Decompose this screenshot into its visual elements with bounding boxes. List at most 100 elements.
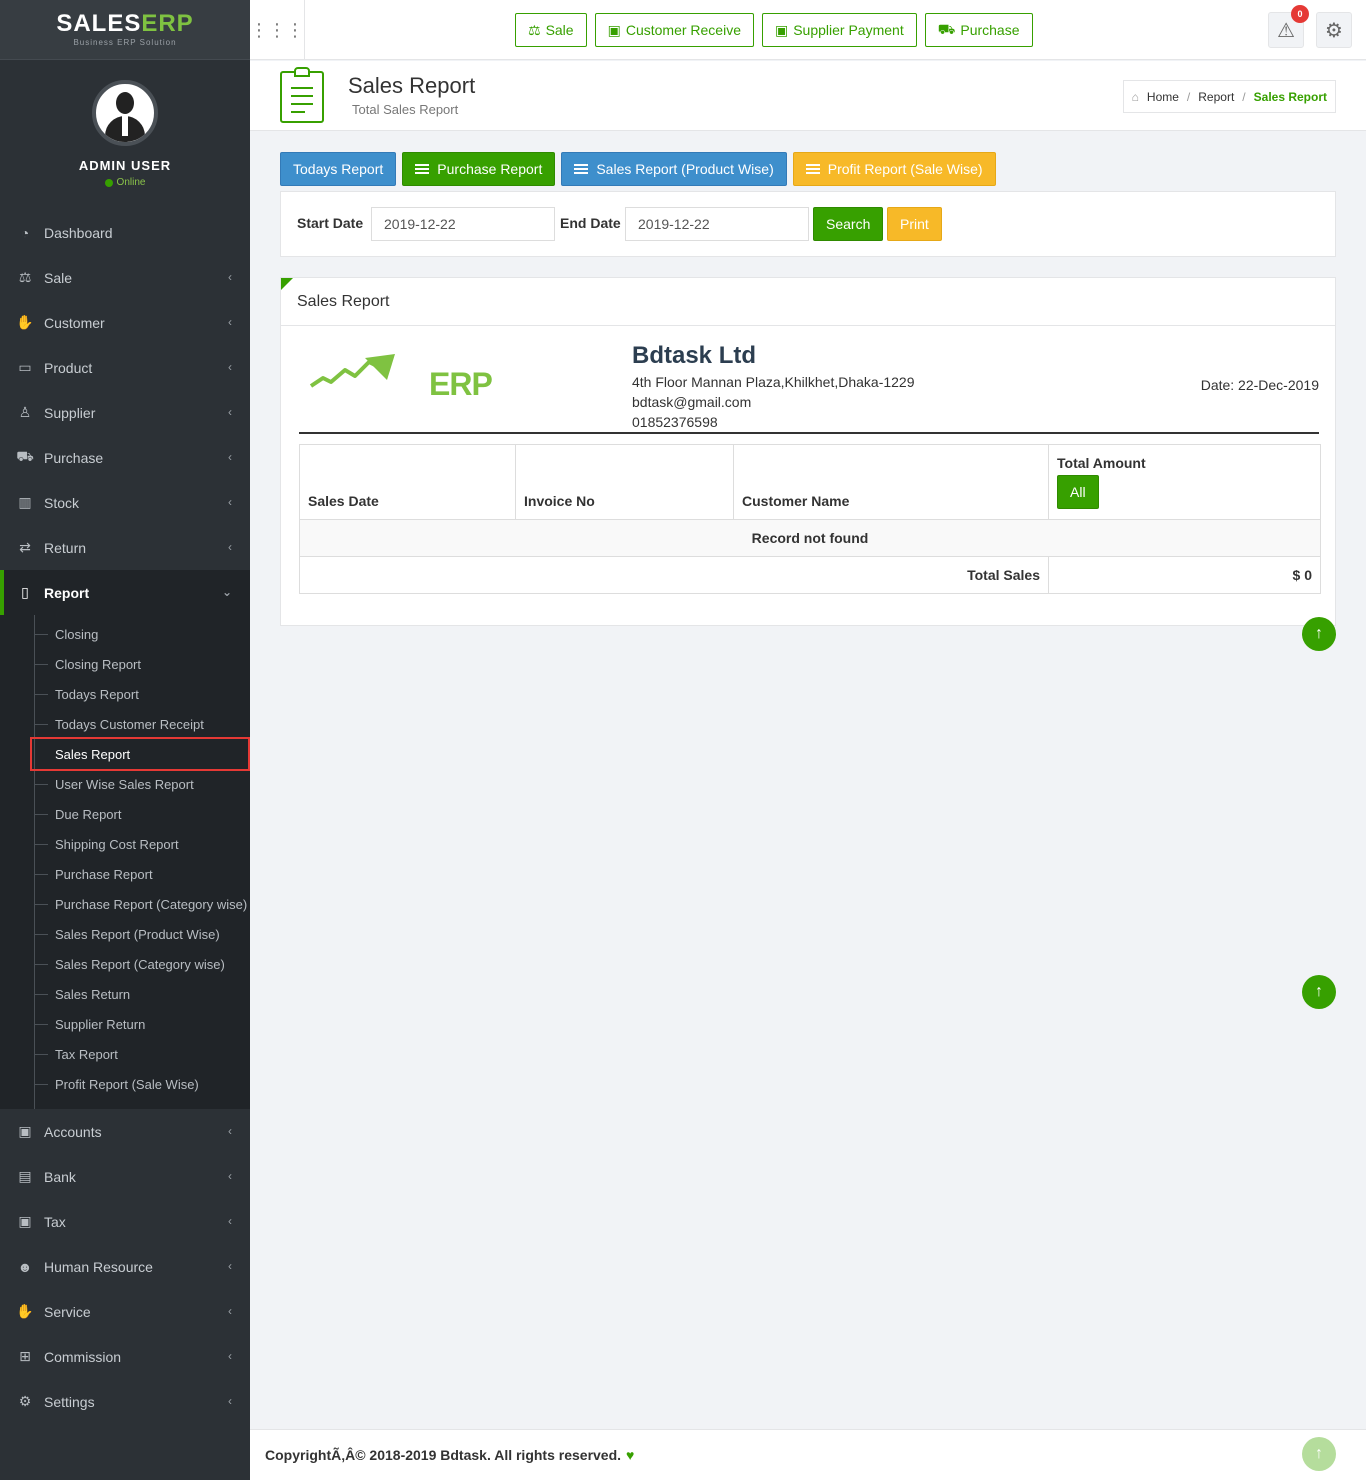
sidebar-item-tax[interactable]: ▣ Tax ‹ [0, 1199, 250, 1244]
sidebar-item-label: Tax [44, 1213, 66, 1230]
sidebar-item-customer[interactable]: ✋ Customer ‹ [0, 300, 250, 345]
breadcrumb-home[interactable]: Home [1147, 90, 1179, 104]
company-email: bdtask@gmail.com [632, 394, 752, 410]
purchase-button[interactable]: ⛟ Purchase [924, 13, 1033, 47]
chevron-left-icon: ‹ [228, 1394, 232, 1408]
total-label: Total Sales [299, 556, 1049, 594]
breadcrumb: ⌂ Home / Report / Sales Report [1122, 80, 1336, 113]
start-date-input[interactable]: 2019-12-22 [371, 207, 555, 241]
submenu-item-sales-report[interactable]: Sales Report [30, 737, 250, 771]
money-icon: ▣ [607, 21, 621, 38]
submenu-item-purchase-report[interactable]: Purchase Report [0, 859, 250, 889]
submenu-item-shipping-cost-report[interactable]: Shipping Cost Report [0, 829, 250, 859]
submenu-item-sales-report-category-wise[interactable]: Sales Report (Category wise) [0, 949, 250, 979]
sales-report-product-wise-button[interactable]: Sales Report (Product Wise) [561, 152, 787, 186]
submenu-item-todays-report[interactable]: Todays Report [0, 679, 250, 709]
page-title: Sales Report [348, 73, 476, 98]
list-icon [805, 164, 820, 174]
home-icon: ⌂ [1131, 89, 1139, 104]
user-icon: ♙ [18, 404, 32, 420]
company-name: Bdtask Ltd [632, 342, 757, 369]
submenu-item-purchase-report-category-wise[interactable]: Purchase Report (Category wise) [0, 889, 250, 919]
sidebar-item-stock[interactable]: ▥ Stock ‹ [0, 480, 250, 525]
submenu-item-sales-report-product-wise[interactable]: Sales Report (Product Wise) [0, 919, 250, 949]
scroll-top-button[interactable]: ↑ [1302, 975, 1336, 1009]
total-row: Total Sales $ 0 [299, 556, 1321, 594]
submenu-item-closing[interactable]: Closing [0, 619, 250, 649]
sidebar-item-human-resource[interactable]: ☻ Human Resource ‹ [0, 1244, 250, 1289]
supplier-payment-button[interactable]: ▣ Supplier Payment [761, 13, 917, 47]
sidebar-item-purchase[interactable]: ⛟ Purchase ‹ [0, 435, 250, 480]
cart-icon: ⛟ [937, 20, 956, 37]
notification-button[interactable]: ⚠ 0 [1268, 5, 1309, 48]
quick-actions: ⚖ Sale ▣ Customer Receive ▣ Supplier Payment ⛟… [515, 13, 1033, 47]
sidebar-item-commission[interactable]: ⊞ Commission ‹ [0, 1334, 250, 1379]
sidebar-item-accounts[interactable]: ▣ Accounts ‹ [0, 1109, 250, 1154]
submenu-item-user-wise-sales-report[interactable]: User Wise Sales Report [0, 769, 250, 799]
report-submenu: Closing Closing Report Todays Report Todays… [0, 615, 250, 1109]
submenu-item-todays-customer-receipt[interactable]: Todays Customer Receipt [0, 709, 250, 739]
end-date-label: End Date [560, 215, 621, 231]
submenu-item-profit-report-sale-wise[interactable]: Profit Report (Sale Wise) [0, 1069, 250, 1099]
brand-logo[interactable]: SALESERP Business ERP Solution [0, 0, 250, 60]
list-icon [415, 164, 430, 174]
online-dot-icon [104, 178, 113, 187]
chevron-left-icon: ‹ [228, 1304, 232, 1318]
sidebar-item-return[interactable]: ⇄ Return ‹ [0, 525, 250, 570]
settings-button[interactable]: ⚙ [1316, 12, 1352, 48]
apps-grid-icon[interactable]: ⋮⋮⋮ [250, 0, 305, 60]
end-date-input[interactable]: 2019-12-22 [625, 207, 809, 241]
purchase-report-button[interactable]: Purchase Report [402, 152, 556, 186]
submenu-item-supplier-return[interactable]: Supplier Return [0, 1009, 250, 1039]
sidebar-item-settings[interactable]: ⚙ Settings ‹ [0, 1379, 250, 1424]
retweet-icon: ⇄ [19, 539, 31, 555]
user-panel: ADMIN USER Online [0, 60, 250, 210]
user-status: Online [104, 177, 145, 188]
submenu-item-due-report[interactable]: Due Report [0, 799, 250, 829]
submenu-item-tax-report[interactable]: Tax Report [0, 1039, 250, 1069]
chevron-left-icon: ‹ [228, 1259, 232, 1273]
sidebar-item-label: Accounts [44, 1123, 102, 1140]
trend-arrow-icon [309, 354, 395, 388]
column-header: Customer Name [733, 444, 1049, 520]
sidebar-item-sale[interactable]: ⚖ Sale ‹ [0, 255, 250, 300]
sidebar-item-dashboard[interactable]: ◔ Dashboard [0, 210, 250, 255]
list-icon [574, 164, 589, 174]
customer-receive-button[interactable]: ▣ Customer Receive [594, 13, 754, 47]
print-button[interactable]: Print [887, 207, 942, 241]
breadcrumb-report[interactable]: Report [1198, 90, 1234, 104]
back-to-top-button[interactable]: ↑ [1302, 1437, 1336, 1471]
sidebar-item-supplier[interactable]: ♙ Supplier ‹ [0, 390, 250, 435]
chevron-left-icon: ‹ [228, 405, 232, 419]
search-button[interactable]: Search [813, 207, 884, 241]
sales-table: Sales Date Invoice No Customer Name Tota… [299, 444, 1321, 594]
breadcrumb-current: Sales Report [1253, 89, 1327, 104]
submenu-item-closing-report[interactable]: Closing Report [0, 649, 250, 679]
submenu-item-sales-return[interactable]: Sales Return [0, 979, 250, 1009]
avatar [92, 80, 158, 146]
handshake-icon: ✋ [16, 1303, 34, 1319]
briefcase-icon: ▭ [18, 359, 32, 375]
grid-icon: ⊞ [19, 1348, 31, 1364]
todays-report-button[interactable]: Todays Report [280, 152, 397, 186]
topbar-right: ⚠ 0 ⚙ [1268, 5, 1352, 48]
sidebar-item-label: Commission [44, 1348, 122, 1365]
clipboard-icon [280, 67, 324, 123]
sidebar-item-report[interactable]: ▯ Report ⌄ [0, 570, 250, 615]
chevron-left-icon: ‹ [228, 315, 232, 329]
report-buttons: Todays Report Purchase Report Sales Repo… [280, 152, 996, 186]
all-button[interactable]: All [1057, 475, 1099, 509]
sidebar-item-product[interactable]: ▭ Product ‹ [0, 345, 250, 390]
sidebar-item-label: Report [44, 584, 90, 601]
arrow-up-icon: ↑ [1315, 983, 1323, 1000]
sale-button[interactable]: ⚖ Sale [515, 13, 587, 47]
logo-accent-text: ERP [141, 10, 194, 37]
dashboard-icon: ◔ [20, 224, 30, 241]
sidebar-item-label: Human Resource [44, 1258, 153, 1275]
scroll-up-button[interactable]: ↑ [1302, 617, 1336, 651]
sidebar-item-service[interactable]: ✋ Service ‹ [0, 1289, 250, 1334]
profit-report-button[interactable]: Profit Report (Sale Wise) [792, 152, 996, 186]
chevron-left-icon: ‹ [228, 1169, 232, 1183]
sidebar-item-bank[interactable]: ▤ Bank ‹ [0, 1154, 250, 1199]
chevron-left-icon: ‹ [228, 360, 232, 374]
